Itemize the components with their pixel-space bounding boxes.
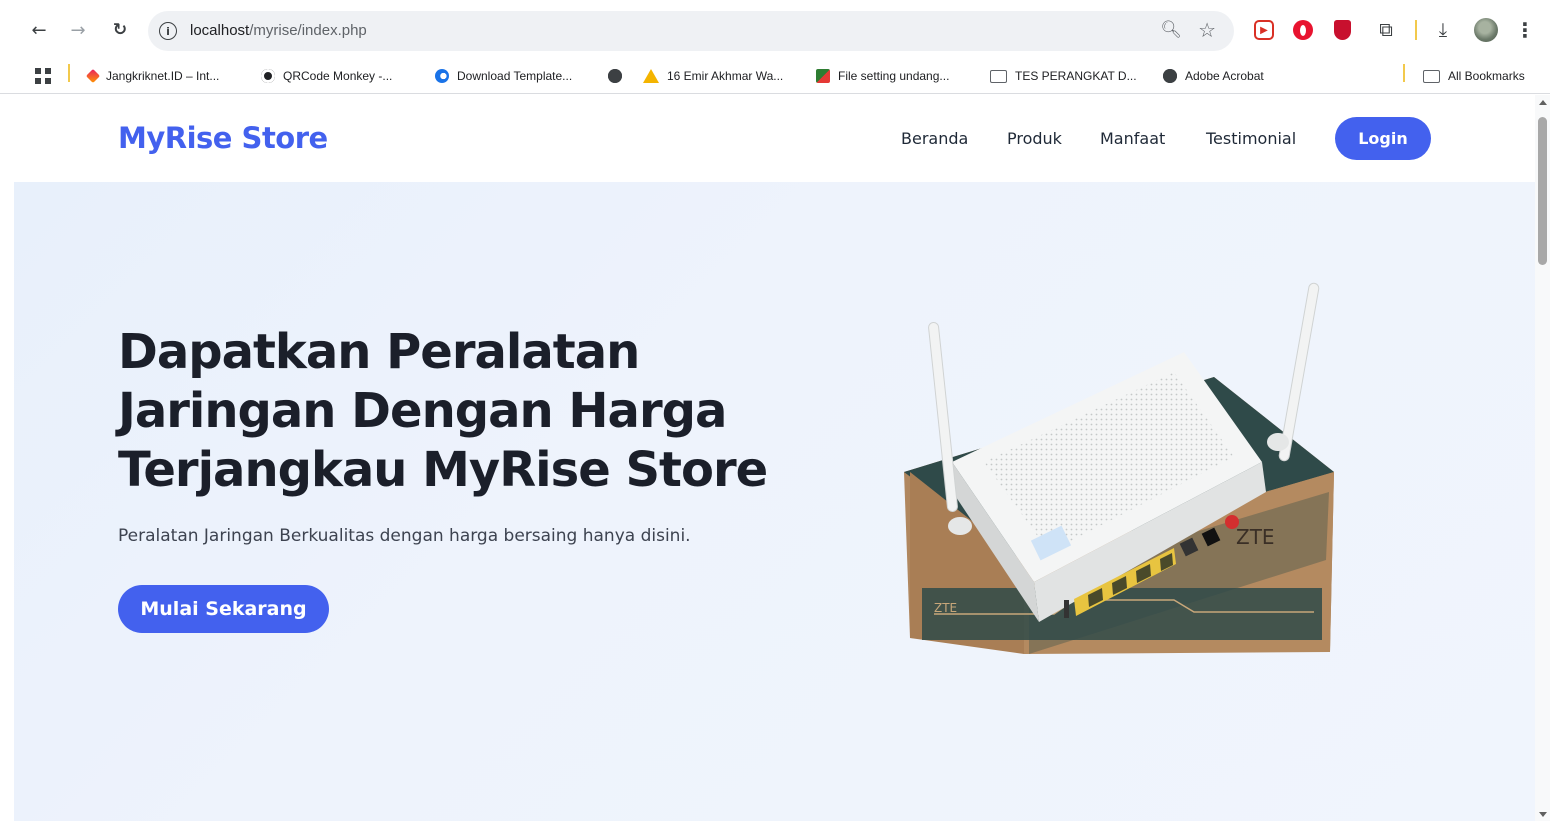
all-bookmarks-folder[interactable]: All Bookmarks xyxy=(1423,64,1525,88)
bookmark-label: 16 Emir Akhmar Wa... xyxy=(667,69,784,83)
bookmark-folder[interactable]: TES PERANGKAT D... xyxy=(990,64,1137,88)
get-started-button[interactable]: Mulai Sekarang xyxy=(118,585,329,633)
scrollbar-thumb[interactable] xyxy=(1538,117,1547,265)
qrcode-monkey-favicon xyxy=(261,69,275,83)
nav-link-testimonial[interactable]: Testimonial xyxy=(1206,129,1296,148)
hero-subtitle: Peralatan Jaringan Berkualitas dengan ha… xyxy=(118,526,691,546)
bookmark-item[interactable]: Jangkriknet.ID – Int... xyxy=(85,64,220,88)
site-header: MyRise Store Beranda Produk Manfaat Test… xyxy=(14,95,1535,182)
bookmark-label: File setting undang... xyxy=(838,69,950,83)
page-viewport: MyRise Store Beranda Produk Manfaat Test… xyxy=(14,95,1535,821)
browser-toolbar: ← → ↻ i localhost/myrise/index.php 🔍︎ ☆ … xyxy=(0,0,1550,58)
bookmark-item[interactable]: Download Template... xyxy=(435,64,572,88)
url-text[interactable]: localhost/myrise/index.php xyxy=(190,22,367,39)
url-path: /myrise/index.php xyxy=(249,22,367,39)
downloads-icon[interactable]: ⤓ xyxy=(1433,19,1453,41)
file-favicon xyxy=(816,69,830,83)
bookmarks-bar: Jangkriknet.ID – Int... QRCode Monkey -.… xyxy=(0,58,1550,139)
apps-shortcut[interactable] xyxy=(35,64,51,88)
all-bookmarks-label: All Bookmarks xyxy=(1448,69,1525,83)
more-menu-icon[interactable]: ⋮ xyxy=(1515,18,1535,42)
brand-logo[interactable]: MyRise Store xyxy=(118,121,328,155)
screen-recorder-extension-icon[interactable]: ▶ xyxy=(1254,20,1274,40)
router-product-image: ZTE ZTE xyxy=(904,282,1334,654)
bookmark-item[interactable]: QRCode Monkey -... xyxy=(261,64,392,88)
bookmark-item[interactable]: File setting undang... xyxy=(816,64,949,88)
page-scrollbar[interactable] xyxy=(1535,95,1550,821)
bookmarks-divider xyxy=(68,64,70,82)
hero-section: Dapatkan Peralatan Jaringan Dengan Harga… xyxy=(14,182,1535,821)
box-brand-side: ZTE xyxy=(934,601,957,615)
hero-title: Dapatkan Peralatan Jaringan Dengan Harga… xyxy=(118,324,768,498)
bookmark-label: Adobe Acrobat xyxy=(1185,69,1264,83)
forward-arrow-icon[interactable]: → xyxy=(64,16,92,44)
apps-grid-icon xyxy=(35,68,51,84)
zoom-icon[interactable]: 🔍︎ xyxy=(1160,20,1182,40)
login-button[interactable]: Login xyxy=(1335,117,1431,160)
bookmark-item[interactable]: 16 Emir Akhmar Wa... xyxy=(643,64,783,88)
url-host: localhost xyxy=(190,22,250,39)
toolbar-divider xyxy=(1415,20,1417,40)
site-info-icon[interactable]: i xyxy=(159,22,177,40)
bookmark-label: QRCode Monkey -... xyxy=(283,69,393,83)
address-bar[interactable]: i localhost/myrise/index.php 🔍︎ ☆ xyxy=(148,11,1234,51)
bookmark-item[interactable]: Adobe Acrobat xyxy=(1163,64,1264,88)
jangkriknet-favicon xyxy=(85,68,101,84)
bookmark-label: Jangkriknet.ID – Int... xyxy=(106,69,220,83)
nav-link-beranda[interactable]: Beranda xyxy=(901,129,968,148)
bookmark-item[interactable] xyxy=(608,64,622,88)
mcafee-extension-icon[interactable] xyxy=(1334,20,1351,40)
back-arrow-icon[interactable]: ← xyxy=(25,16,53,44)
scroll-up-arrow-icon[interactable] xyxy=(1539,100,1547,105)
download-favicon xyxy=(435,69,449,83)
star-icon[interactable]: ☆ xyxy=(1198,18,1216,42)
reload-icon[interactable]: ↻ xyxy=(106,16,134,44)
nav-link-manfaat[interactable]: Manfaat xyxy=(1100,129,1165,148)
globe-icon xyxy=(1163,69,1177,83)
scroll-down-arrow-icon[interactable] xyxy=(1539,812,1547,817)
box-brand-front: ZTE xyxy=(1236,525,1275,549)
globe-icon xyxy=(608,69,622,83)
extensions-puzzle-icon[interactable]: ⧉ xyxy=(1376,19,1396,41)
folder-icon xyxy=(990,69,1007,83)
opera-extension-icon[interactable] xyxy=(1293,20,1313,40)
bookmark-label: TES PERANGKAT D... xyxy=(1015,69,1137,83)
bookmark-label: Download Template... xyxy=(457,69,573,83)
nav-link-produk[interactable]: Produk xyxy=(1007,129,1062,148)
profile-avatar[interactable] xyxy=(1474,18,1498,42)
google-drive-icon xyxy=(643,69,659,83)
bookmarks-divider xyxy=(1403,64,1405,82)
folder-icon xyxy=(1423,69,1440,83)
